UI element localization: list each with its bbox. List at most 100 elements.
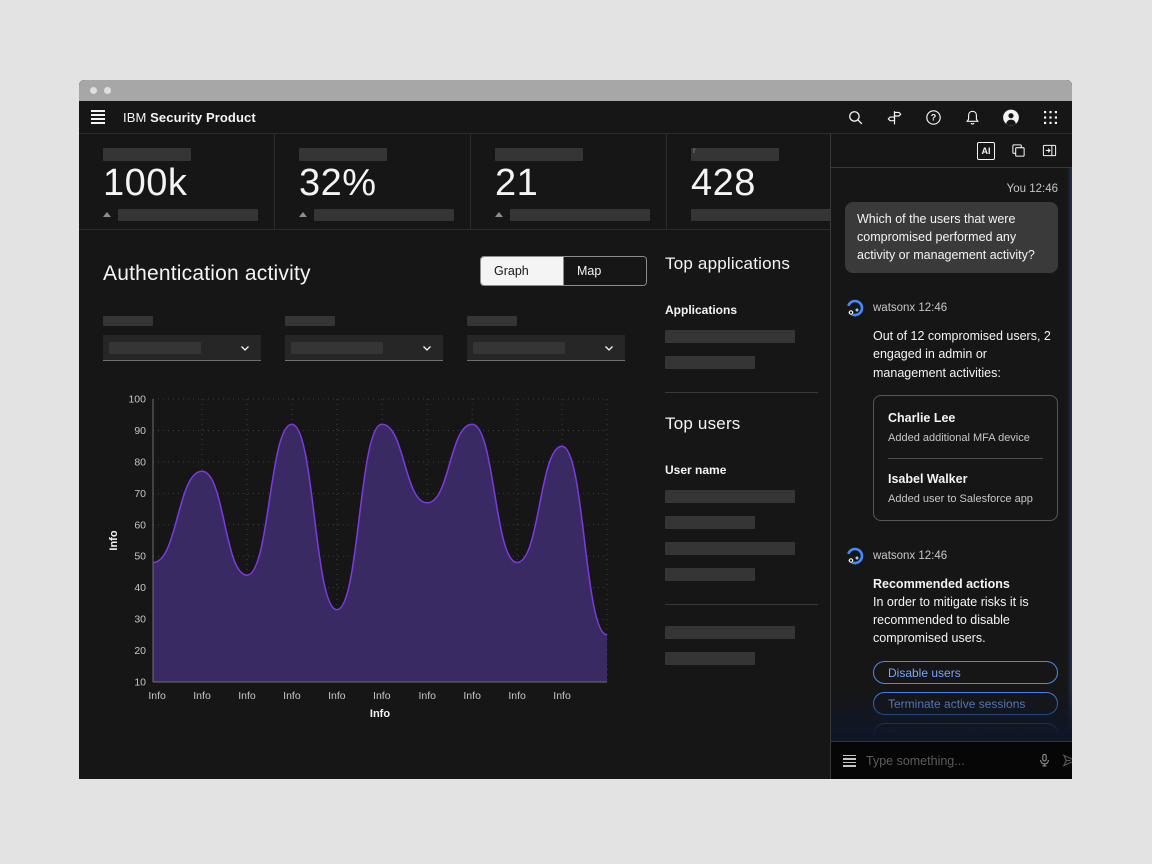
chat-panel: AI You 12:46 Which of the users that wer… [830,134,1072,779]
svg-text:Info: Info [193,690,211,702]
send-icon[interactable] [1062,753,1072,768]
user-activity: Added user to Salesforce app [888,492,1043,508]
svg-text:70: 70 [134,488,146,500]
chevron-down-icon [603,342,615,354]
filter-dropdown [103,316,261,361]
applications-column-label: Applications [665,303,818,317]
kpi-trend-skeleton [314,209,454,221]
app-window: IBM Security Product ? [79,80,1072,779]
watsonx-avatar-icon [845,298,865,318]
list-item-skeleton [665,490,795,503]
kpi-annotation: r [693,147,696,155]
svg-text:Info: Info [463,690,481,702]
kpi-label-skeleton [299,148,387,161]
trend-up-icon [495,212,503,217]
side-panel-close-icon[interactable] [1042,143,1057,158]
divider [888,458,1043,459]
menu-icon[interactable] [843,755,856,767]
chevron-down-icon [239,342,251,354]
svg-text:?: ? [930,112,936,122]
kpi-trend-skeleton [510,209,650,221]
help-icon[interactable]: ? [924,108,942,126]
top-applications-title: Top applications [665,254,818,274]
app-title: IBM Security Product [123,110,256,125]
chat-messages: You 12:46 Which of the users that were c… [831,168,1072,741]
reset-passwords-button[interactable]: Reset passwords [873,723,1058,741]
filter-dropdown [467,316,625,361]
svg-text:Info: Info [108,530,120,550]
kpi-value: 100k [103,164,187,204]
svg-text:Info: Info [328,690,346,702]
app-switcher-icon[interactable] [1041,108,1059,126]
assistant-heading: Recommended actions [873,575,1058,593]
user-name: Charlie Lee [888,409,1043,427]
kpi-trend-skeleton [118,209,258,221]
svg-text:100: 100 [128,394,146,406]
filter-label-skeleton [103,316,153,326]
svg-text:Info: Info [148,690,166,702]
window-dot[interactable] [90,87,97,94]
ai-label[interactable]: AI [977,142,995,160]
notifications-icon[interactable] [963,108,981,126]
svg-text:20: 20 [134,645,146,657]
kpi-label-skeleton [495,148,583,161]
kpi-trend-skeleton [691,209,830,221]
kpi-card: 32% [274,134,470,229]
chat-panel-header: AI [831,134,1072,168]
svg-text:30: 30 [134,614,146,626]
window-dot[interactable] [104,87,111,94]
svg-text:Info: Info [238,690,256,702]
menu-icon[interactable] [91,106,113,128]
svg-text:Info: Info [418,690,436,702]
auth-activity-chart: 102030405060708090100InfoInfoInfoInfoInf… [103,387,651,728]
message-meta: You 12:46 [845,183,1058,195]
top-users-title: Top users [665,414,818,434]
trend-up-icon [103,212,111,217]
dashboard-main: 100k 32% 21 r428 [79,134,830,779]
kpi-card: 100k [79,134,274,229]
svg-text:Info: Info [373,690,391,702]
dropdown-field[interactable] [103,335,261,361]
list-item-skeleton [665,330,795,343]
disable-users-button[interactable]: Disable users [873,661,1058,684]
assistant-message: watsonx 12:46 Out of 12 compromised user… [845,298,1058,521]
tab-map[interactable]: Map [563,257,646,285]
watsonx-avatar-icon [845,546,865,566]
user-avatar-icon[interactable] [1002,108,1020,126]
list-item-skeleton [665,516,755,529]
copy-icon[interactable] [1011,143,1026,158]
list-item-skeleton [665,652,755,665]
dropdown-field[interactable] [467,335,625,361]
window-titlebar [79,80,1072,101]
search-icon[interactable] [846,108,864,126]
user-message: Which of the users that were compromised… [845,202,1058,273]
trend-up-icon [299,212,307,217]
list-item-skeleton [665,542,795,555]
dropdown-value-skeleton [109,342,201,354]
kpi-row: 100k 32% 21 r428 [79,134,830,230]
section-title: Authentication activity [103,262,311,286]
user-name: Isabel Walker [888,470,1043,488]
chat-input-bar [831,741,1072,779]
user-activity: Added additional MFA device [888,431,1043,447]
svg-text:50: 50 [134,551,146,563]
kpi-label-skeleton [103,148,191,161]
filter-label-skeleton [285,316,335,326]
svg-text:Info: Info [553,690,571,702]
list-item-skeleton [665,568,755,581]
chat-text-input[interactable] [866,754,1027,768]
microphone-icon[interactable] [1037,753,1052,768]
assistant-text: Out of 12 compromised users, 2 engaged i… [873,327,1058,381]
signpost-icon[interactable] [885,108,903,126]
tab-graph[interactable]: Graph [481,257,563,285]
dropdown-field[interactable] [285,335,443,361]
filter-row [103,316,651,361]
terminate-sessions-button[interactable]: Terminate active sessions [873,692,1058,715]
svg-text:Info: Info [508,690,526,702]
dropdown-value-skeleton [291,342,383,354]
svg-text:Info: Info [283,690,301,702]
svg-text:90: 90 [134,425,146,437]
list-item-skeleton [665,626,795,639]
kpi-value: 21 [495,164,538,204]
svg-text:80: 80 [134,456,146,468]
